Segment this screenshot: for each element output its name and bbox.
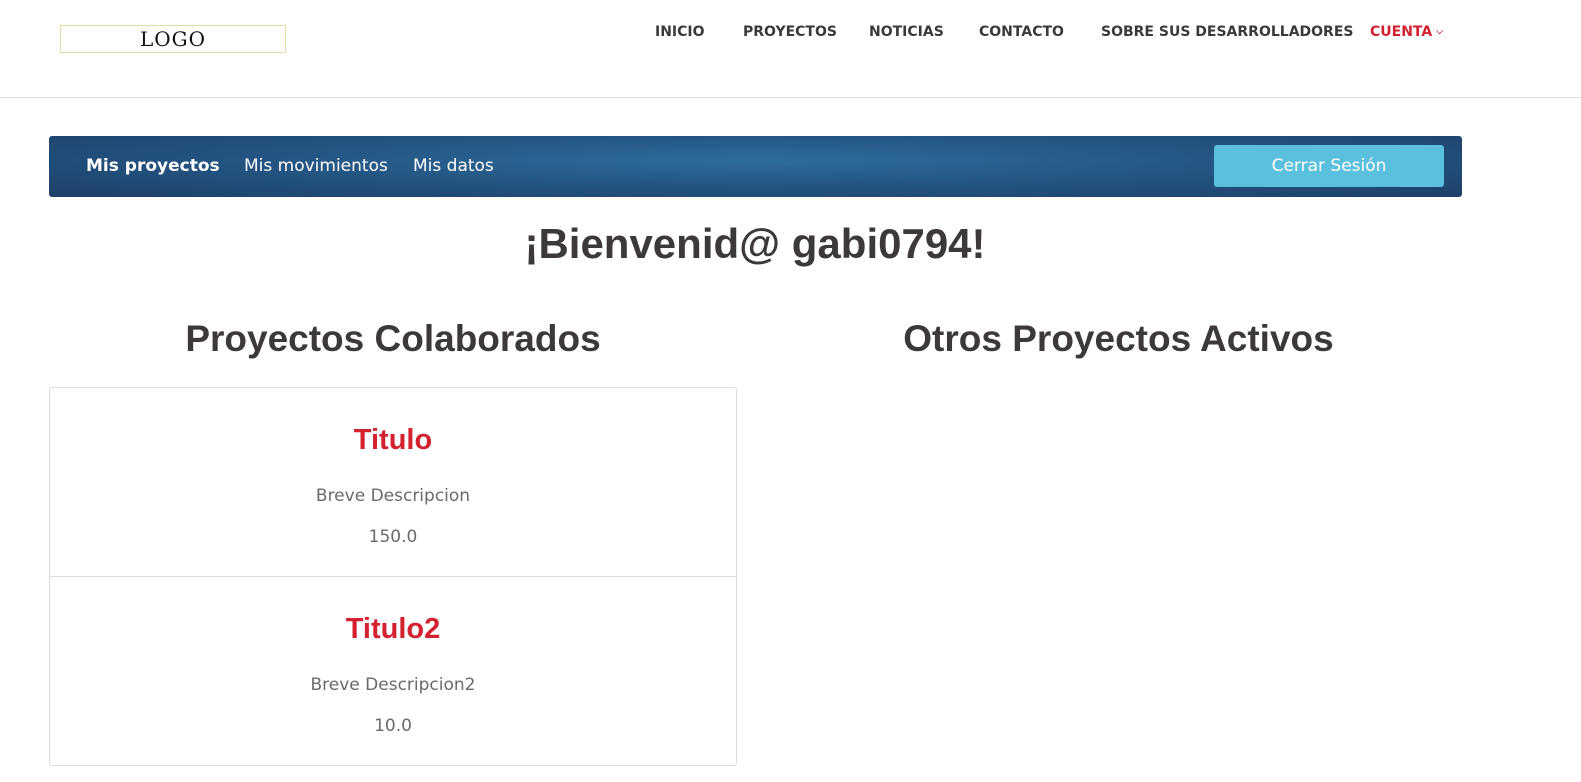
site-header: LOGO INICIO PROYECTOS NOTICIAS CONTACTO …	[0, 0, 1581, 98]
account-nav-bar: Mis proyectos Mis movimientos Mis datos …	[49, 136, 1462, 197]
tab-mis-proyectos[interactable]: Mis proyectos	[86, 156, 220, 176]
tab-mis-datos[interactable]: Mis datos	[413, 156, 494, 176]
project-amount: 10.0	[374, 716, 412, 736]
chevron-down-icon: ⌵	[1436, 27, 1444, 37]
project-title[interactable]: Titulo	[50, 424, 736, 457]
collaborated-projects-title: Proyectos Colaborados	[185, 318, 601, 359]
logo[interactable]: LOGO	[60, 25, 286, 53]
project-amount: 150.0	[368, 527, 418, 547]
collaborated-projects-list: Titulo Breve Descripcion 150.0 Titulo2 B…	[49, 387, 737, 766]
nav-item-proyectos[interactable]: PROYECTOS	[743, 24, 837, 40]
nav-item-contacto[interactable]: CONTACTO	[979, 24, 1064, 40]
tab-mis-movimientos[interactable]: Mis movimientos	[244, 156, 388, 176]
project-description: Breve Descripcion2	[310, 675, 476, 695]
nav-item-cuenta[interactable]: CUENTA ⌵	[1370, 24, 1443, 40]
nav-item-inicio[interactable]: INICIO	[655, 24, 705, 40]
logout-button[interactable]: Cerrar Sesión	[1214, 145, 1444, 187]
welcome-heading: ¡Bienvenid@ gabi0794!	[524, 220, 986, 267]
other-projects-title: Otros Proyectos Activos	[903, 318, 1334, 359]
project-title[interactable]: Titulo2	[50, 613, 736, 646]
nav-item-cuenta-label: CUENTA	[1370, 24, 1433, 40]
nav-item-desarrolladores[interactable]: SOBRE SUS DESARROLLADORES	[1101, 24, 1353, 40]
project-card[interactable]: Titulo Breve Descripcion 150.0	[50, 388, 736, 576]
nav-item-noticias[interactable]: NOTICIAS	[869, 24, 944, 40]
project-description: Breve Descripcion	[315, 486, 471, 506]
project-card[interactable]: Titulo2 Breve Descripcion2 10.0	[50, 576, 736, 765]
